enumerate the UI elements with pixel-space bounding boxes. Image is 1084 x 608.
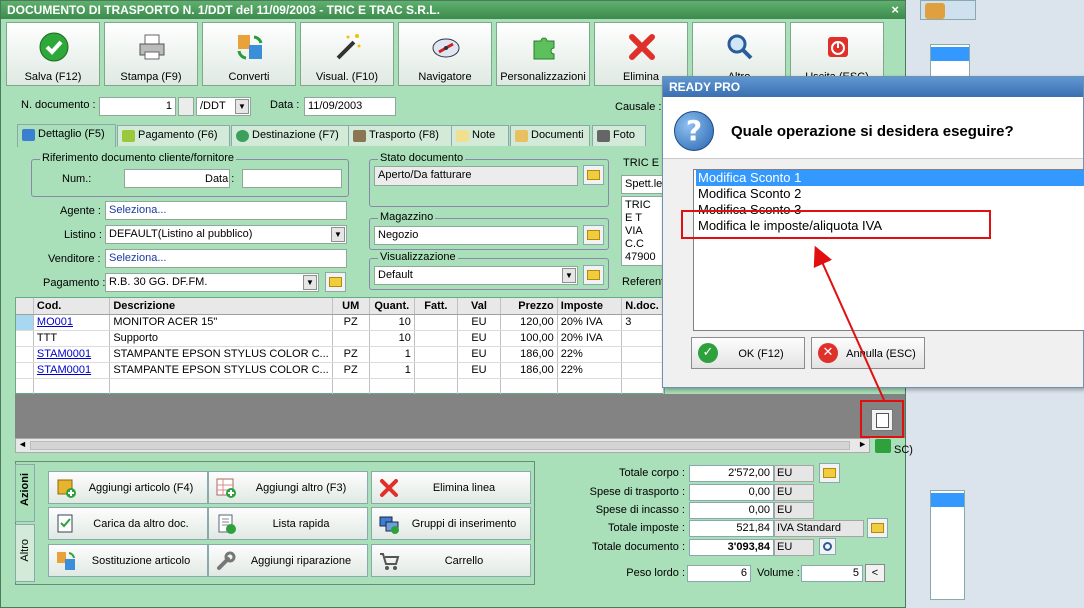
annotation-arrow bbox=[813, 245, 885, 401]
